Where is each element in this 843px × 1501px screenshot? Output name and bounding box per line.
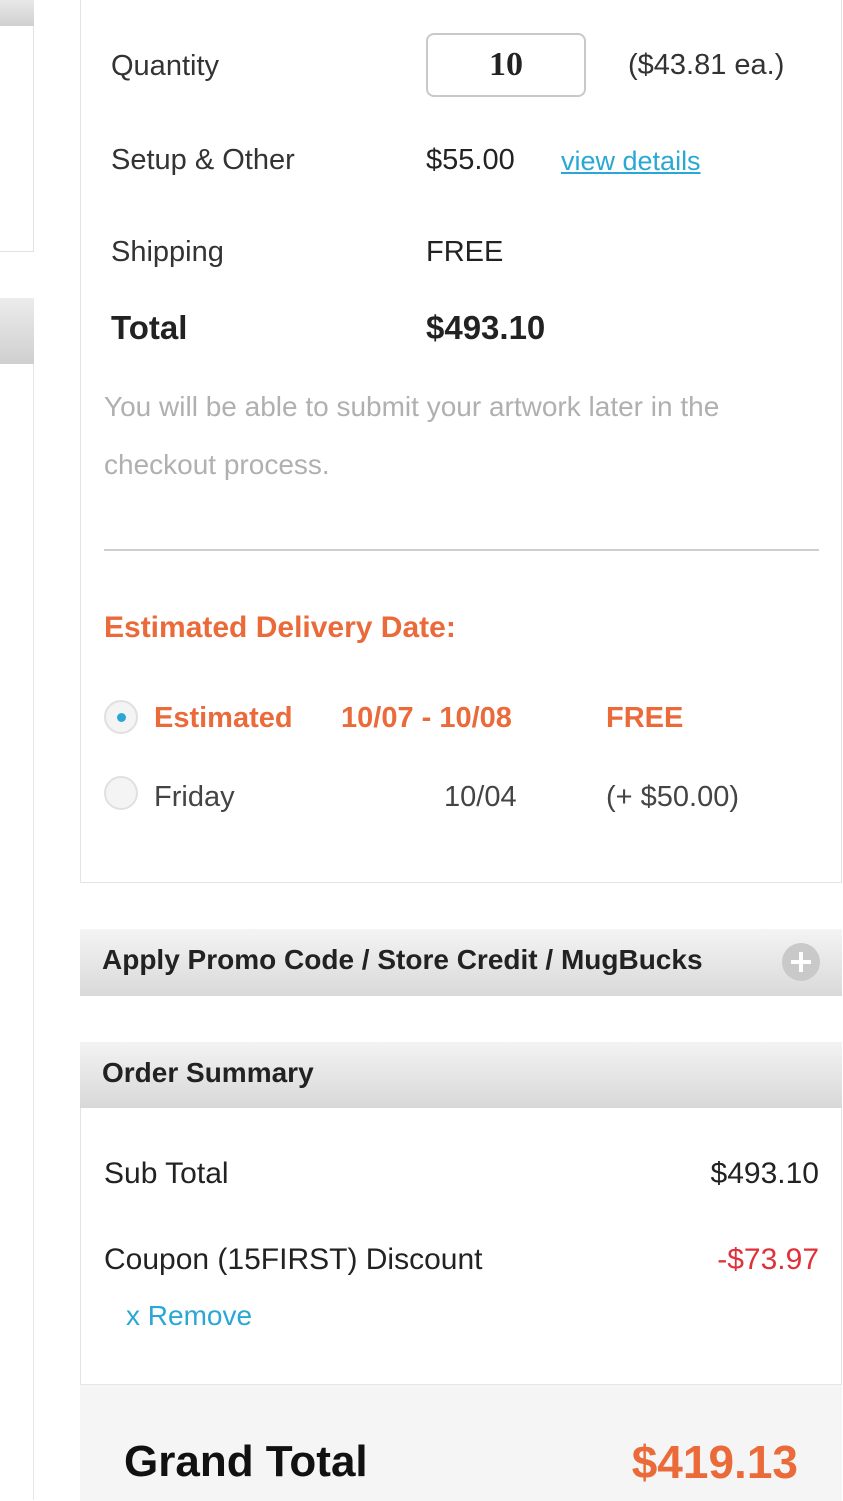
coupon-discount-value: -$73.97	[717, 1243, 819, 1276]
artwork-note: You will be able to submit your artwork …	[104, 391, 720, 480]
delivery-option-label[interactable]: Estimated	[154, 702, 293, 735]
order-summary-title: Order Summary	[102, 1057, 314, 1088]
delivery-radio-estimated[interactable]	[104, 700, 138, 734]
plus-circle-icon[interactable]	[782, 943, 820, 981]
left-column-border-lower	[33, 364, 34, 1500]
left-column-bar-fragment	[0, 298, 34, 364]
remove-coupon-link[interactable]: x Remove	[126, 1300, 252, 1332]
coupon-label: Coupon (15FIRST) Discount	[104, 1243, 483, 1276]
subtotal-value: $493.10	[710, 1157, 819, 1190]
grand-total-area: Grand Total $419.13	[80, 1384, 842, 1501]
delivery-option-date: 10/07 - 10/08	[341, 702, 512, 734]
shipping-value: FREE	[426, 236, 504, 268]
delivery-option-price: (+ $50.00)	[606, 781, 740, 813]
total-value: $493.10	[426, 309, 546, 346]
delivery-heading: Estimated Delivery Date:	[104, 611, 456, 644]
unit-price: ($43.81 ea.)	[628, 49, 785, 81]
left-column-border-bottom	[0, 251, 34, 252]
subtotal-label: Sub Total	[104, 1157, 229, 1190]
delivery-radio-friday[interactable]	[104, 776, 138, 810]
total-label: Total	[111, 309, 188, 346]
setup-label: Setup & Other	[111, 144, 295, 176]
setup-value: $55.00	[426, 144, 515, 176]
delivery-option-label[interactable]: Friday	[154, 781, 235, 814]
delivery-option-date: 10/04	[444, 781, 517, 813]
divider	[104, 549, 819, 551]
grand-total-value: $419.13	[631, 1436, 798, 1488]
order-summary-header: Order Summary	[80, 1042, 842, 1108]
shipping-label: Shipping	[111, 236, 224, 268]
left-column-header-fragment	[0, 0, 34, 26]
grand-total-label: Grand Total	[124, 1437, 368, 1486]
quantity-input[interactable]: 10	[426, 33, 586, 97]
delivery-option-price: FREE	[606, 702, 684, 734]
view-details-link[interactable]: view details	[561, 146, 701, 177]
quantity-label: Quantity	[111, 50, 219, 82]
promo-code-toggle[interactable]: Apply Promo Code / Store Credit / MugBuc…	[80, 929, 842, 996]
left-column-border	[33, 26, 34, 252]
promo-label: Apply Promo Code / Store Credit / MugBuc…	[102, 944, 703, 975]
